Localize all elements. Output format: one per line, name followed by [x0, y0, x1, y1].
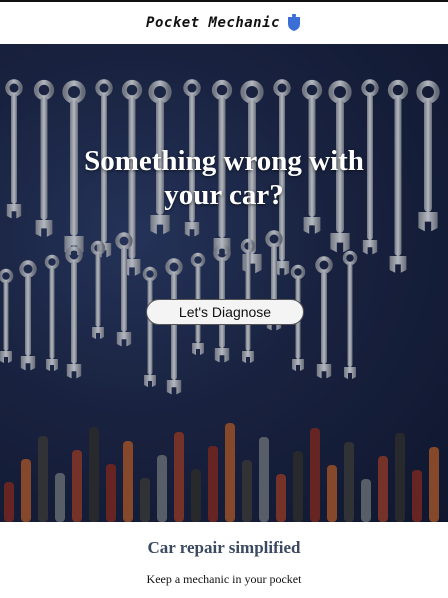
- subtagline: Keep a mechanic in your pocket: [146, 572, 302, 586]
- shield-wrench-icon: [287, 14, 300, 31]
- hero-headline: Something wrong with your car?: [84, 145, 364, 211]
- tagline: Car repair simplified: [147, 538, 301, 557]
- diagnose-button[interactable]: Let's Diagnose: [146, 299, 304, 325]
- brand-name[interactable]: Pocket Mechanic: [146, 15, 280, 31]
- hero-banner: Something wrong with your car? Let's Dia…: [0, 44, 448, 522]
- wrench-wall-photo: [0, 44, 448, 522]
- app-header: Pocket Mechanic: [0, 2, 448, 44]
